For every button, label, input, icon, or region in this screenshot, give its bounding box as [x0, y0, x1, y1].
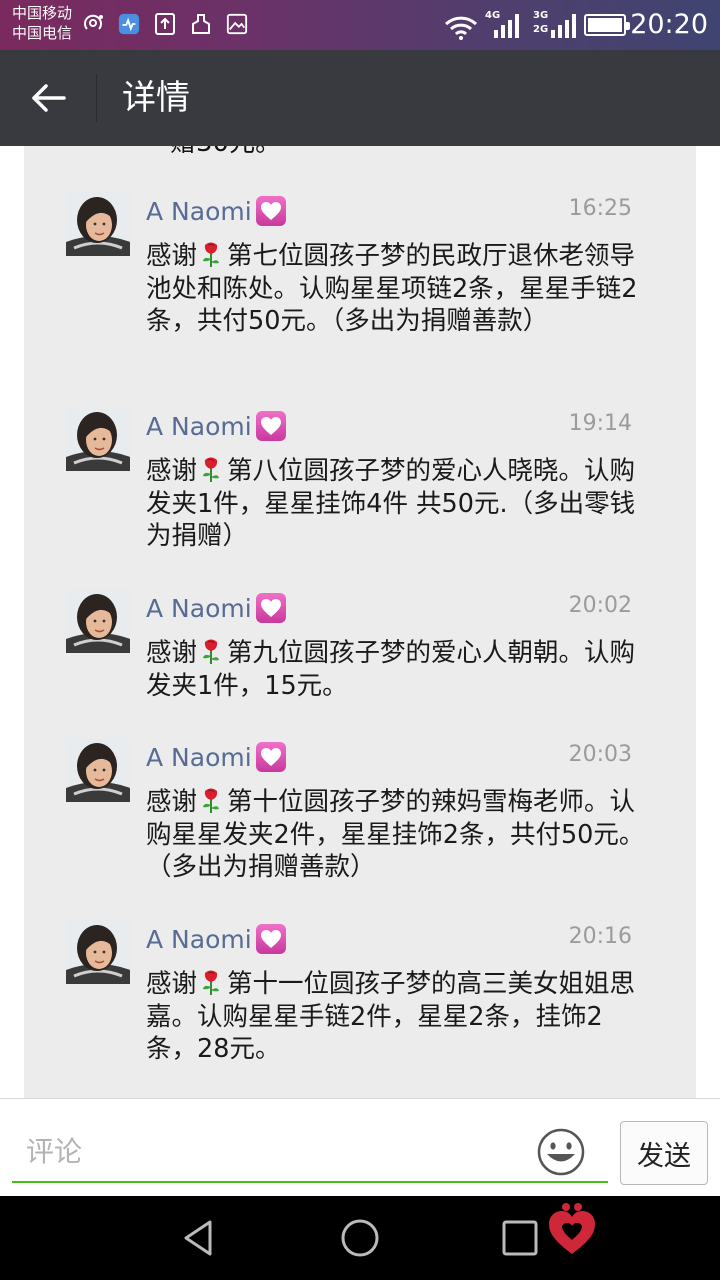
avatar[interactable] — [66, 192, 130, 256]
avatar[interactable] — [66, 738, 130, 802]
carrier-labels: 中国移动 中国电信 — [12, 3, 72, 43]
wifi-icon — [444, 16, 478, 40]
comment-time: 20:16 — [568, 924, 632, 949]
arrow-left-icon — [32, 84, 66, 112]
heart-logo-icon — [549, 1203, 595, 1254]
navigation-bar — [0, 1196, 720, 1280]
carrier-2: 中国电信 — [12, 24, 73, 42]
comment-time: 19:14 — [568, 411, 632, 436]
status-bar: 中国移动 中国电信 4G 3G 2G 20:20 — [0, 0, 720, 50]
avatar[interactable] — [66, 407, 130, 471]
comment-thanks: 感谢 — [146, 241, 198, 271]
comment-time: 20:02 — [568, 593, 632, 618]
comment-author[interactable]: A Naomi — [146, 409, 286, 443]
rose-icon — [199, 240, 223, 268]
author-name[interactable]: A Naomi — [146, 594, 252, 623]
comment-input[interactable] — [26, 1129, 526, 1173]
comment-text: 感谢 第七位圆孩子梦的民政厅退休老领导池处和陈处。认购星星项链2条，星星手链2条… — [146, 240, 646, 338]
heart-emoji-icon — [255, 593, 286, 623]
heart-emoji-icon — [255, 924, 286, 954]
hotspot-icon — [84, 14, 103, 30]
comment-text: 感谢 第十位圆孩子梦的辣妈雪梅老师。认购星星发夹2件，星星挂饰2条，共付50元。… — [146, 786, 646, 884]
heart-emoji-icon — [255, 742, 286, 772]
gallery-icon — [226, 13, 248, 35]
author-name[interactable]: A Naomi — [146, 743, 252, 772]
comment-text: 感谢 第十一位圆孩子梦的高三美女姐姐思嘉。认购星星手链2件，星星2条，挂饰2条，… — [146, 968, 646, 1066]
comment-input-bar: 发送 — [0, 1098, 720, 1196]
avatar[interactable] — [66, 589, 130, 653]
nav-back-icon[interactable] — [178, 1216, 222, 1260]
comment-time: 20:03 — [568, 742, 632, 767]
author-name[interactable]: A Naomi — [146, 412, 252, 441]
back-button[interactable] — [18, 68, 78, 128]
author-name[interactable]: A Naomi — [146, 197, 252, 226]
comment-thanks: 感谢 — [146, 638, 198, 668]
emoji-icon[interactable] — [536, 1127, 586, 1177]
nav-home-icon[interactable] — [338, 1216, 382, 1260]
comment-thanks: 感谢 — [146, 969, 198, 999]
nav-recents-icon[interactable] — [498, 1216, 542, 1260]
signal-2-icon — [551, 14, 576, 38]
battery-icon — [584, 14, 630, 36]
signal-1-icon — [494, 14, 519, 38]
comment-field[interactable] — [12, 1121, 608, 1183]
health-app-icon — [118, 13, 140, 35]
rose-icon — [199, 786, 223, 814]
heart-emoji-icon — [255, 411, 286, 441]
avatar[interactable] — [66, 920, 130, 984]
title-bar: 详情 — [0, 50, 720, 146]
rose-icon — [199, 637, 223, 665]
rose-icon — [199, 968, 223, 996]
author-name[interactable]: A Naomi — [146, 925, 252, 954]
comment-thanks: 感谢 — [146, 787, 198, 817]
send-button[interactable]: 发送 — [620, 1121, 708, 1185]
truncated-comment-text: 赠30元。 — [170, 146, 281, 158]
comments-scroll-area[interactable]: 赠30元。 A Naomi 16:25 感谢 第七位圆孩子梦的民政厅退休老领导池… — [0, 146, 720, 1098]
network-type-2a: 3G — [533, 10, 549, 21]
upload-icon — [155, 13, 175, 35]
comment-author[interactable]: A Naomi — [146, 922, 286, 956]
comment-author[interactable]: A Naomi — [146, 740, 286, 774]
comment-author[interactable]: A Naomi — [146, 591, 286, 625]
title-divider — [96, 74, 97, 122]
comment-thanks: 感谢 — [146, 456, 198, 486]
rose-icon — [199, 455, 223, 483]
carrier-1: 中国移动 — [12, 4, 73, 22]
comment-text: 感谢 第九位圆孩子梦的爱心人朝朝。认购 发夹1件，15元。 — [146, 637, 646, 702]
comment-author[interactable]: A Naomi — [146, 194, 286, 228]
heart-emoji-icon — [255, 196, 286, 226]
clock: 20:20 — [630, 9, 708, 40]
cleaner-icon — [192, 14, 210, 34]
comment-time: 16:25 — [568, 196, 632, 221]
page-title: 详情 — [122, 78, 190, 118]
comment-text: 感谢 第八位圆孩子梦的爱心人晓晓。认购 发夹1件，星星挂饰4件 共50元.（多出… — [146, 455, 646, 553]
network-type-2b: 2G — [533, 24, 549, 35]
